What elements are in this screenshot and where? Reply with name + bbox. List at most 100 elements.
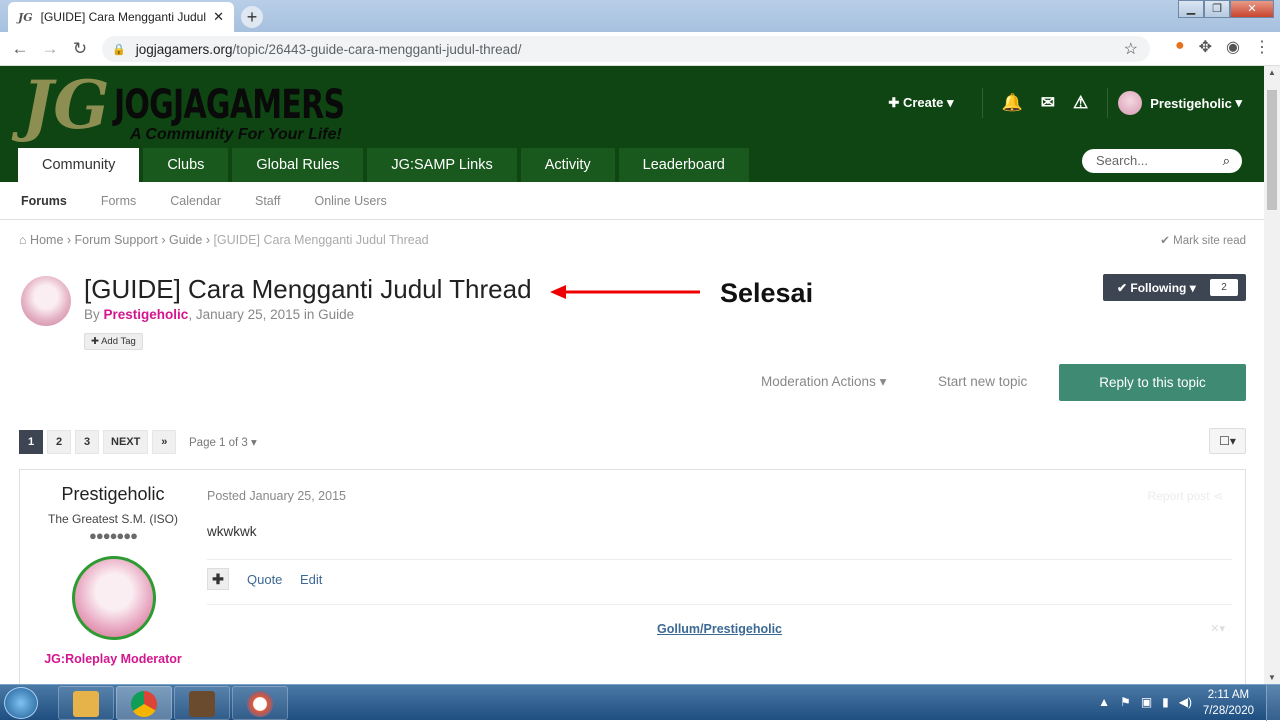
pagination: 1 2 3 NEXT » <box>19 430 177 454</box>
tab-activity[interactable]: Activity <box>520 148 615 182</box>
maximize-button[interactable]: ❐ <box>1204 0 1230 18</box>
sub-nav: Forums Forms Calendar Staff Online Users <box>0 182 1264 220</box>
breadcrumb-home[interactable]: Home <box>30 233 63 247</box>
user-bar: ✚ Create ▾ 🔔 ✉ ⚠ Prestigeholic ▾ <box>888 88 1242 118</box>
logo-mark: JG <box>22 66 110 144</box>
explorer-taskbar-icon[interactable] <box>58 686 114 720</box>
subnav-online-users[interactable]: Online Users <box>314 194 386 208</box>
create-label: Create <box>902 95 944 110</box>
signature-link[interactable]: Gollum/Prestigeholic <box>207 622 1232 636</box>
following-button[interactable]: ✔ Following ▾ 2 <box>1103 274 1246 301</box>
create-menu[interactable]: ✚ Create ▾ <box>888 95 953 111</box>
subnav-calendar[interactable]: Calendar <box>170 194 221 208</box>
action-center-flag-icon[interactable]: ⚑ <box>1120 695 1131 709</box>
moderation-actions-menu[interactable]: Moderation Actions ▾ <box>761 374 886 390</box>
page-1-button[interactable]: 1 <box>19 430 43 454</box>
device-icon[interactable]: ▣ <box>1141 695 1152 709</box>
subnav-forums[interactable]: Forums <box>21 194 67 208</box>
app-taskbar-icon[interactable] <box>232 686 288 720</box>
breadcrumb-current: [GUIDE] Cara Mengganti Judul Thread <box>213 233 429 247</box>
mark-site-read-label: Mark site read <box>1173 235 1246 247</box>
clock-time: 2:11 AM <box>1207 689 1250 701</box>
search-input[interactable]: Search... ⌕ <box>1082 149 1242 173</box>
tab-clubs[interactable]: Clubs <box>143 148 229 182</box>
tab-close-icon[interactable]: ✕ <box>213 9 224 25</box>
user-menu[interactable]: Prestigeholic ▾ <box>1118 91 1242 115</box>
reload-icon[interactable]: ↻ <box>65 39 95 59</box>
subnav-forms[interactable]: Forms <box>101 194 136 208</box>
messages-envelope-icon[interactable]: ✉ <box>1041 93 1055 113</box>
page-2-button[interactable]: 2 <box>47 430 71 454</box>
annotation-arrow <box>550 285 700 299</box>
following-count: 2 <box>1210 279 1238 296</box>
multiquote-button[interactable]: ✚ <box>207 568 229 590</box>
last-page-button[interactable]: » <box>152 430 177 454</box>
browser-tab[interactable]: JG [GUIDE] Cara Mengganti Judul Th ✕ <box>8 2 234 32</box>
topic-meta: By Prestigeholic, January 25, 2015 in Gu… <box>84 307 354 322</box>
system-clock[interactable]: 2:11 AM 7/28/2020 <box>1203 687 1254 719</box>
breadcrumb: ⌂ Home › Forum Support › Guide › [GUIDE]… <box>19 233 429 247</box>
page-jump-menu[interactable]: Page 1 of 3 ▾ <box>189 435 257 449</box>
taskbar: ▲ ⚑ ▣ ▮ ◀) 2:11 AM 7/28/2020 <box>0 684 1280 721</box>
breadcrumb-guide[interactable]: Guide <box>169 233 202 247</box>
chrome-taskbar-icon[interactable] <box>116 686 172 720</box>
tray-expand-icon[interactable]: ▲ <box>1098 695 1110 709</box>
network-signal-icon[interactable]: ▮ <box>1162 695 1169 709</box>
breadcrumb-forum-support[interactable]: Forum Support <box>75 233 158 247</box>
topic-author-avatar[interactable] <box>21 276 71 326</box>
username: Prestigeholic <box>1150 95 1232 111</box>
chrome-menu-icon[interactable]: ⋮ <box>1254 37 1270 57</box>
subnav-staff[interactable]: Staff <box>255 194 280 208</box>
address-bar[interactable]: 🔒 jogjagamers.org/topic/26443-guide-cara… <box>102 36 1150 62</box>
tab-community[interactable]: Community <box>18 148 140 182</box>
quote-button[interactable]: Quote <box>247 572 282 587</box>
extensions-area: ● ✥ ◉ ⋮ <box>1175 37 1270 57</box>
browser-tabstrip: JG [GUIDE] Cara Mengganti Judul Th ✕ + ▁… <box>0 0 1280 32</box>
page-3-button[interactable]: 3 <box>75 430 99 454</box>
puzzle-extensions-icon[interactable]: ✥ <box>1199 37 1212 57</box>
multimod-checkbox-menu[interactable]: ☐▾ <box>1209 428 1246 454</box>
page-scrollbar[interactable]: ▲ ▼ <box>1264 66 1280 684</box>
scrollbar-thumb[interactable] <box>1267 90 1277 210</box>
profile-icon[interactable]: ◉ <box>1226 37 1240 57</box>
scroll-down-icon[interactable]: ▼ <box>1268 673 1276 682</box>
divider <box>207 559 1232 560</box>
scroll-up-icon[interactable]: ▲ <box>1268 68 1276 77</box>
tab-global-rules[interactable]: Global Rules <box>232 148 364 182</box>
show-desktop-button[interactable] <box>1266 685 1280 721</box>
volume-icon[interactable]: ◀) <box>1179 695 1192 709</box>
post-author-name[interactable]: Prestigeholic <box>20 484 206 505</box>
browser-toolbar: ← → ↻ 🔒 jogjagamers.org/topic/26443-guid… <box>0 32 1280 66</box>
report-post-link[interactable]: Report post ⋖ <box>1148 489 1223 503</box>
reports-warning-icon[interactable]: ⚠ <box>1073 93 1088 113</box>
divider <box>207 604 1232 605</box>
next-page-button[interactable]: NEXT <box>103 430 149 454</box>
extension-icon[interactable]: ● <box>1175 37 1185 57</box>
post-author-avatar[interactable] <box>72 556 156 640</box>
edit-button[interactable]: Edit <box>300 572 322 587</box>
mark-site-read-link[interactable]: ✔ Mark site read <box>1160 233 1246 247</box>
minimize-button[interactable]: ▁ <box>1178 0 1204 18</box>
game-taskbar-icon[interactable] <box>174 686 230 720</box>
back-icon[interactable]: ← <box>5 39 35 59</box>
bookmark-star-icon[interactable]: ☆ <box>1124 39 1138 59</box>
tab-leaderboard[interactable]: Leaderboard <box>618 148 749 182</box>
topic-author-link[interactable]: Prestigeholic <box>104 307 189 322</box>
add-tag-button[interactable]: ✚ Add Tag <box>84 333 143 350</box>
clock-date: 7/28/2020 <box>1202 705 1254 717</box>
url-domain: jogjagamers.org <box>135 41 233 57</box>
search-placeholder: Search... <box>1096 153 1149 168</box>
start-new-topic-link[interactable]: Start new topic <box>938 374 1027 389</box>
by-prefix: By <box>84 307 100 322</box>
reply-button[interactable]: Reply to this topic <box>1059 364 1246 401</box>
windows-start-button[interactable] <box>4 687 38 719</box>
close-window-button[interactable]: ✕ <box>1230 0 1274 18</box>
notifications-bell-icon[interactable]: 🔔 <box>1002 93 1023 113</box>
search-icon[interactable]: ⌕ <box>1223 149 1230 173</box>
signature-hide-icon[interactable]: ✕▾ <box>1210 622 1225 635</box>
following-label: Following <box>1130 280 1187 295</box>
new-tab-button[interactable]: + <box>241 6 263 28</box>
main-nav: Community Clubs Global Rules JG:SAMP Lin… <box>18 148 749 182</box>
tab-jg-samp-links[interactable]: JG:SAMP Links <box>367 148 517 182</box>
forward-icon[interactable]: → <box>35 39 65 59</box>
